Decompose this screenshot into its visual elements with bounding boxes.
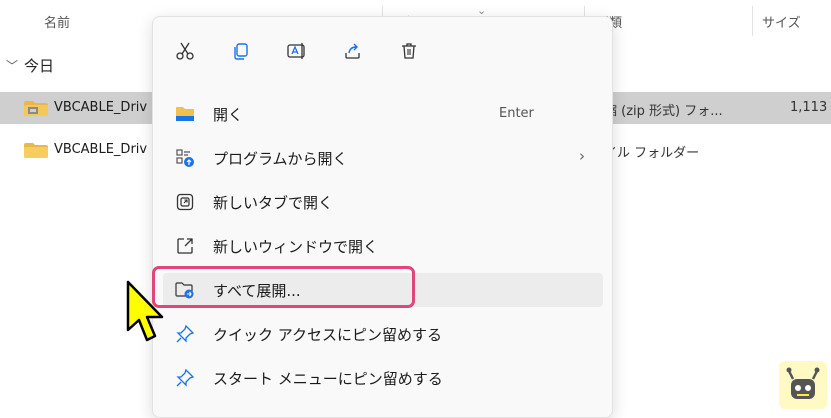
new-window-icon [174, 236, 196, 256]
chevron-down-icon: ﹀ [6, 59, 19, 73]
cut-button[interactable] [171, 37, 199, 65]
menu-label: スタート メニューにピン留めする [213, 370, 443, 388]
column-divider [752, 6, 753, 36]
share-button[interactable] [339, 37, 367, 65]
menu-label: 新しいウィンドウで開く [213, 238, 379, 256]
delete-icon [402, 43, 416, 59]
file-type: 縮 (zip 形式) フォ... [604, 104, 723, 119]
robot-logo-icon [779, 361, 827, 409]
mouse-cursor-icon [126, 280, 164, 342]
highlight-annotation [152, 266, 415, 308]
zip-folder-icon [24, 101, 48, 116]
menu-item-pin-quick-access[interactable]: クイック アクセスにピン留めする [163, 317, 603, 351]
menu-item-open-with[interactable]: プログラムから開く › [163, 141, 603, 175]
pin-icon [174, 324, 196, 344]
menu-item-new-tab[interactable]: 新しいタブで開く [163, 185, 603, 219]
file-name: VBCABLE_Driv [54, 100, 148, 115]
open-with-icon [174, 148, 196, 168]
group-label: 今日 [24, 57, 55, 75]
delete-button[interactable] [395, 37, 423, 65]
column-name[interactable]: 名前 [44, 12, 70, 31]
share-icon [345, 43, 360, 59]
copy-button[interactable] [227, 37, 255, 65]
column-size[interactable]: サイズ [762, 12, 801, 31]
menu-label: 新しいタブで開く [213, 194, 334, 212]
rename-button[interactable] [283, 37, 311, 65]
menu-label: プログラムから開く [213, 150, 348, 168]
menu-item-pin-start[interactable]: スタート メニューにピン留めする [163, 361, 603, 395]
copy-icon [234, 43, 248, 60]
group-today[interactable]: ﹀ 今日 [6, 55, 54, 76]
menu-item-new-window[interactable]: 新しいウィンドウで開く [163, 229, 603, 263]
menu-shortcut: Enter [499, 106, 534, 121]
open-folder-icon [174, 104, 196, 124]
rename-icon [287, 43, 305, 59]
file-name: VBCABLE_Driv [54, 142, 148, 157]
context-menu: 開く Enter プログラムから開く › 新しいタブで開く 新しいウィンドウで開… [152, 16, 613, 418]
menu-label: クイック アクセスにピン留めする [213, 326, 443, 344]
menu-item-open[interactable]: 開く Enter [163, 97, 603, 131]
submenu-arrow-icon: › [579, 147, 585, 165]
new-tab-icon [174, 192, 196, 212]
folder-icon [24, 143, 48, 158]
menu-label: 開く [213, 106, 244, 124]
file-size: 1,113 [790, 100, 828, 115]
cut-icon [176, 42, 194, 60]
pin-icon [174, 368, 196, 388]
file-type: イル フォルダー [604, 146, 700, 161]
